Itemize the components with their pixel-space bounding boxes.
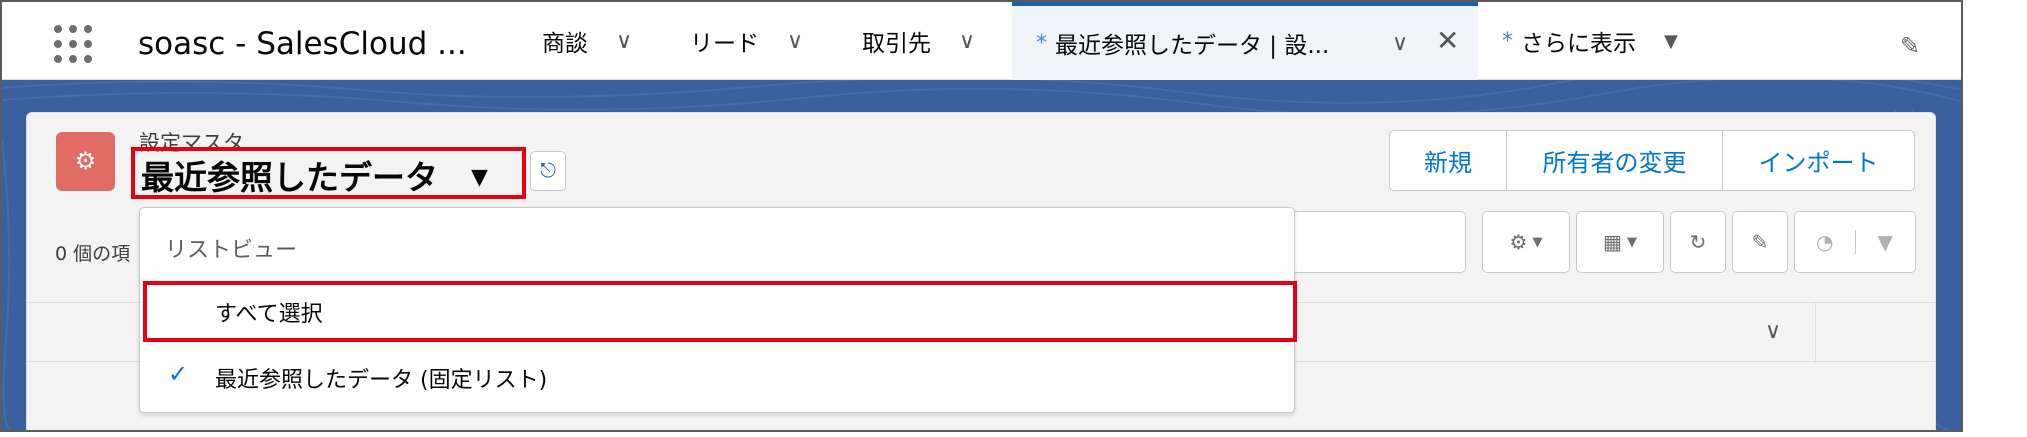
display-as-button[interactable]: ▦ ▼: [1576, 211, 1664, 273]
action-button-group: 新規 所有者の変更 インポート: [1389, 130, 1915, 191]
nav-tab-opportunities[interactable]: 商談 ∨: [542, 2, 632, 80]
option-label: すべて選択: [215, 302, 323, 327]
nav-tab-label: 取引先: [862, 31, 931, 57]
nav-tab-label: リード: [690, 31, 759, 57]
app-name: soasc - SalesCloud ...: [138, 26, 467, 62]
nav-more-menu[interactable]: * さらに表示 ▼: [1502, 2, 1678, 80]
pin-icon[interactable]: ⎋: [530, 151, 566, 191]
chart-filter-button-group: ◔ ▼: [1794, 211, 1916, 273]
chevron-down-icon[interactable]: ∨: [787, 29, 803, 54]
caret-down-icon: ▼: [1664, 30, 1678, 52]
chevron-down-icon[interactable]: ∨: [959, 29, 975, 54]
global-nav: soasc - SalesCloud ... 商談 ∨ リード ∨ 取引先 ∨ …: [2, 2, 1961, 80]
caret-down-icon[interactable]: ▼: [471, 165, 488, 190]
chevron-down-icon[interactable]: ∨: [1392, 31, 1408, 56]
filter-icon[interactable]: ▼: [1854, 230, 1916, 254]
nav-tab-label: 最近参照したデータ | 設...: [1055, 33, 1330, 59]
item-count: 0 個の項: [55, 243, 131, 265]
nav-tab-leads[interactable]: リード ∨: [690, 2, 803, 80]
list-view-option-select-all[interactable]: すべて選択: [140, 278, 1294, 340]
unsaved-marker: *: [1036, 30, 1047, 56]
chart-icon[interactable]: ◔: [1795, 230, 1855, 254]
app-window: soasc - SalesCloud ... 商談 ∨ リード ∨ 取引先 ∨ …: [0, 0, 1963, 432]
nav-tab-recently-viewed[interactable]: * 最近参照したデータ | 設... ∨ ✕: [1012, 2, 1478, 80]
refresh-icon: ↻: [1689, 230, 1707, 254]
gear-icon: ⚙: [1509, 230, 1528, 254]
nav-tab-accounts[interactable]: 取引先 ∨: [862, 2, 975, 80]
list-view-option-recently-viewed[interactable]: ✓ 最近参照したデータ (固定リスト): [140, 344, 1294, 406]
new-button[interactable]: 新規: [1390, 131, 1506, 190]
import-button[interactable]: インポート: [1722, 131, 1914, 190]
chevron-down-icon[interactable]: ∨: [616, 29, 632, 54]
check-icon: ✓: [168, 360, 189, 388]
close-icon[interactable]: ✕: [1436, 24, 1459, 57]
inline-edit-button[interactable]: ✎: [1732, 211, 1788, 273]
pencil-icon: ✎: [1751, 230, 1769, 254]
chevron-down-icon[interactable]: ∨: [1765, 319, 1781, 344]
list-view-title[interactable]: 最近参照したデータ: [141, 151, 438, 199]
refresh-button[interactable]: ↻: [1670, 211, 1726, 273]
list-settings-button[interactable]: ⚙ ▼: [1482, 211, 1570, 273]
column-divider: [1815, 303, 1816, 363]
table-icon: ▦: [1603, 230, 1622, 254]
unsaved-marker: *: [1502, 28, 1513, 54]
pencil-icon[interactable]: ✎: [1900, 32, 1920, 60]
app-launcher-icon[interactable]: [51, 22, 95, 66]
settings-object-icon: ⚙: [56, 132, 115, 191]
change-owner-button[interactable]: 所有者の変更: [1506, 131, 1722, 190]
list-view-dropdown: リストビュー すべて選択 ✓ 最近参照したデータ (固定リスト): [139, 207, 1297, 413]
option-label: 最近参照したデータ (固定リスト): [215, 368, 548, 393]
caret-down-icon: ▼: [1626, 234, 1637, 250]
caret-down-icon: ▼: [1532, 234, 1543, 250]
nav-tab-label: 商談: [542, 31, 588, 57]
dropdown-heading: リストビュー: [165, 238, 298, 263]
nav-more-label: さらに表示: [1521, 31, 1636, 57]
